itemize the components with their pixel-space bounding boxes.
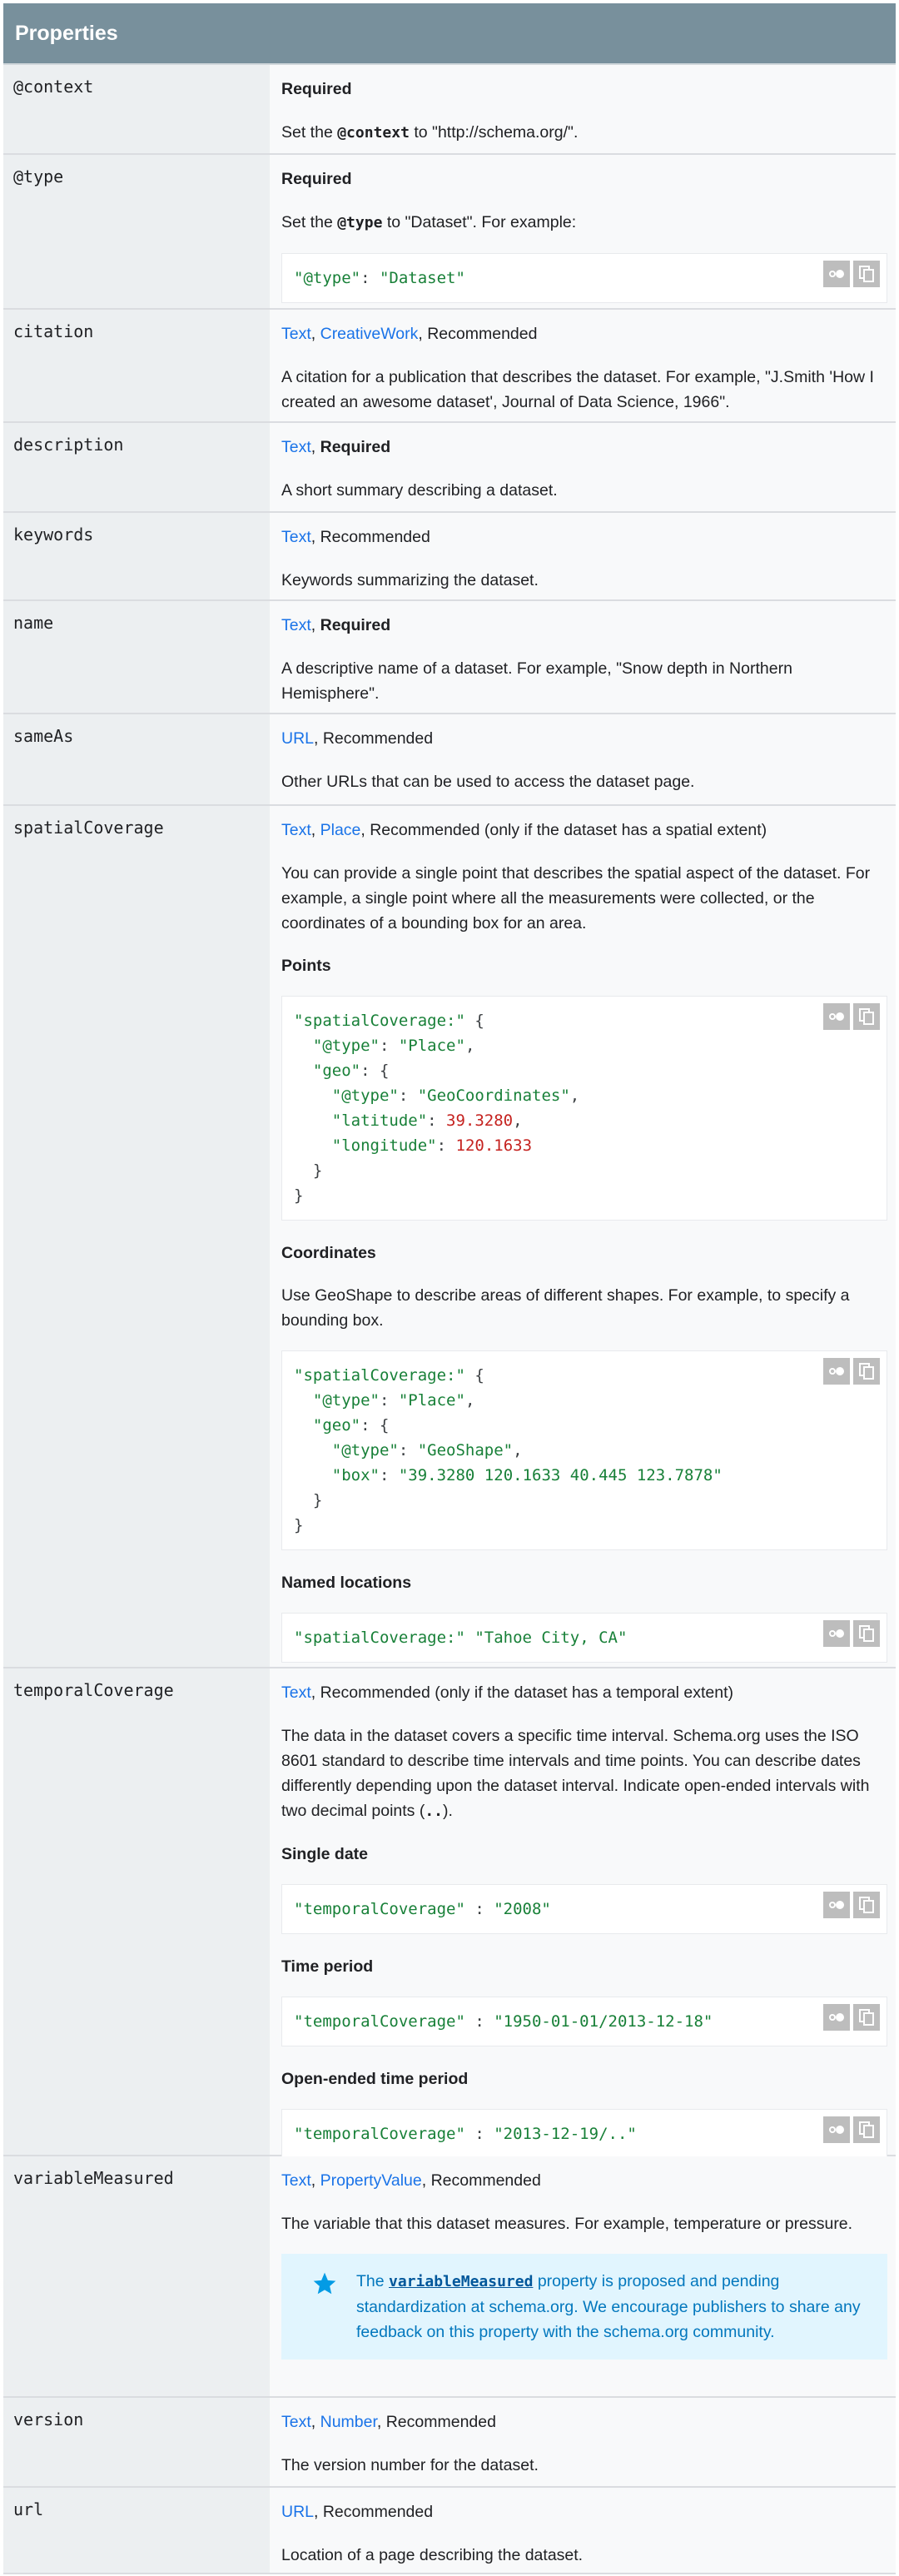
properties-table: Properties @context Required Set the @co… — [3, 3, 896, 2574]
link-text[interactable]: Text — [281, 1683, 311, 1702]
link-text[interactable]: Text — [281, 616, 311, 634]
code-block-open-ended: "temporalCoverage" : "2013-12-19/.." — [281, 2109, 887, 2159]
copy-icon[interactable] — [853, 2004, 880, 2031]
subheading-time-period: Time period — [281, 1957, 374, 1976]
property-name: sameAs — [3, 714, 270, 804]
dark-mode-toggle-icon[interactable] — [823, 1892, 850, 1918]
dark-mode-toggle-icon[interactable] — [823, 1003, 850, 1030]
row-url: url URL, Recommended Location of a page … — [3, 2488, 896, 2574]
table-header: Properties — [3, 3, 896, 65]
subheading-points: Points — [281, 957, 331, 975]
link-text[interactable]: Text — [281, 821, 311, 839]
subheading-open-ended: Open-ended time period — [281, 2070, 469, 2088]
property-name: version — [3, 2398, 270, 2486]
link-place[interactable]: Place — [320, 821, 361, 839]
row-description: description Text, Required A short summa… — [3, 423, 896, 513]
info-note: The variableMeasured property is propose… — [281, 2254, 887, 2360]
property-desc: Text, Required A descriptive name of a d… — [270, 601, 896, 713]
copy-icon[interactable] — [853, 1358, 880, 1385]
copy-icon[interactable] — [853, 1892, 880, 1918]
dark-mode-toggle-icon[interactable] — [823, 1358, 850, 1385]
code-block-coordinates: "spatialCoverage:" { "@type": "Place", "… — [281, 1350, 887, 1550]
link-url[interactable]: URL — [281, 729, 314, 748]
property-desc: Required Set the @context to "http://sch… — [270, 65, 896, 153]
property-name: url — [3, 2488, 270, 2573]
dark-mode-toggle-icon[interactable] — [823, 1620, 850, 1647]
property-name: name — [3, 601, 270, 713]
row-type: @type Required Set the @type to "Dataset… — [3, 155, 896, 310]
property-desc: Required Set the @type to "Dataset". For… — [270, 155, 896, 308]
property-name: keywords — [3, 513, 270, 599]
property-desc: Text, CreativeWork, Recommended A citati… — [270, 310, 896, 421]
property-name: temporalCoverage — [3, 1668, 270, 2155]
subheading-coordinates: Coordinates — [281, 1244, 376, 1262]
row-spatialcoverage: spatialCoverage Text, Place, Recommended… — [3, 806, 896, 1668]
property-name: description — [3, 423, 270, 511]
link-propertyvalue[interactable]: PropertyValue — [320, 2171, 422, 2190]
row-temporalcoverage: temporalCoverage Text, Recommended (only… — [3, 1668, 896, 2159]
property-desc: Text, PropertyValue, Recommended The var… — [270, 2156, 896, 2396]
link-number[interactable]: Number — [320, 2413, 377, 2431]
subheading-single-date: Single date — [281, 1845, 369, 1863]
dark-mode-toggle-icon[interactable] — [823, 261, 850, 287]
header-title: Properties — [15, 21, 118, 45]
link-text[interactable]: Text — [281, 528, 311, 546]
property-desc: Text, Recommended (only if the dataset h… — [270, 1668, 896, 2159]
row-version: version Text, Number, Recommended The ve… — [3, 2398, 896, 2488]
subheading-named-locations: Named locations — [281, 1574, 412, 1592]
property-name: variableMeasured — [3, 2156, 270, 2396]
link-text[interactable]: Text — [281, 325, 311, 343]
row-sameas: sameAs URL, Recommended Other URLs that … — [3, 714, 896, 806]
dark-mode-toggle-icon[interactable] — [823, 2004, 850, 2031]
property-desc: Text, Required A short summary describin… — [270, 423, 896, 511]
variablemeasured-link[interactable]: variableMeasured — [389, 2273, 533, 2290]
property-desc: URL, Recommended Location of a page desc… — [270, 2488, 896, 2573]
property-name: @type — [3, 155, 270, 308]
code-block-single-date: "temporalCoverage" : "2008" — [281, 1884, 887, 1934]
code-block-time-period: "temporalCoverage" : "1950-01-01/2013-12… — [281, 1997, 887, 2046]
copy-icon[interactable] — [853, 261, 880, 287]
link-url[interactable]: URL — [281, 2503, 314, 2521]
row-citation: citation Text, CreativeWork, Recommended… — [3, 310, 896, 423]
property-desc: Text, Recommended Keywords summarizing t… — [270, 513, 896, 599]
property-name: citation — [3, 310, 270, 421]
property-name: spatialCoverage — [3, 806, 270, 1667]
code-block-points: "spatialCoverage:" { "@type": "Place", "… — [281, 996, 887, 1221]
row-name: name Text, Required A descriptive name o… — [3, 601, 896, 714]
link-text[interactable]: Text — [281, 2413, 311, 2431]
required-label: Required — [281, 80, 352, 98]
code-block-named: "spatialCoverage:" "Tahoe City, CA" — [281, 1613, 887, 1663]
property-desc: Text, Place, Recommended (only if the da… — [270, 806, 896, 1667]
copy-icon[interactable] — [853, 1620, 880, 1647]
row-context: @context Required Set the @context to "h… — [3, 65, 896, 155]
property-name: @context — [3, 65, 270, 153]
dark-mode-toggle-icon[interactable] — [823, 2116, 850, 2143]
link-text[interactable]: Text — [281, 438, 311, 456]
link-creativework[interactable]: CreativeWork — [320, 325, 419, 343]
star-icon — [313, 2272, 336, 2295]
code-block: "@type": "Dataset" — [281, 253, 887, 303]
copy-icon[interactable] — [853, 2116, 880, 2143]
row-variablemeasured: variableMeasured Text, PropertyValue, Re… — [3, 2156, 896, 2398]
property-desc: Text, Number, Recommended The version nu… — [270, 2398, 896, 2486]
copy-icon[interactable] — [853, 1003, 880, 1030]
property-desc: URL, Recommended Other URLs that can be … — [270, 714, 896, 804]
required-label: Required — [281, 170, 352, 188]
row-keywords: keywords Text, Recommended Keywords summ… — [3, 513, 896, 601]
link-text[interactable]: Text — [281, 2171, 311, 2190]
